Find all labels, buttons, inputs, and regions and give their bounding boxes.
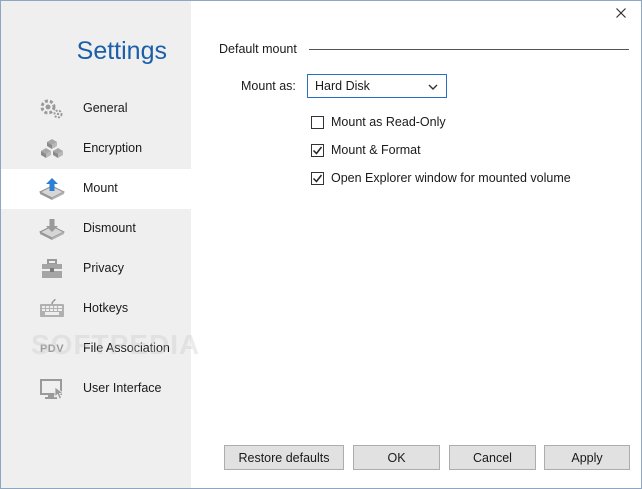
checkbox-open-explorer[interactable]: Open Explorer window for mounted volume — [311, 169, 571, 187]
checkbox-label: Mount as Read-Only — [331, 115, 446, 129]
sidebar: Settings General Encryption Mount Dismou… — [1, 1, 191, 488]
checkbox-box[interactable] — [311, 115, 324, 129]
settings-window: Settings General Encryption Mount Dismou… — [0, 0, 642, 489]
mount-as-select[interactable]: Hard Disk — [307, 74, 447, 98]
sidebar-item-label: Privacy — [83, 261, 124, 275]
sidebar-item-mount[interactable]: Mount — [1, 169, 191, 209]
toolbox-icon — [39, 258, 65, 280]
sidebar-item-label: Dismount — [83, 221, 136, 235]
page-title: Settings — [76, 37, 167, 65]
mount-as-value: Hard Disk — [315, 79, 370, 93]
sidebar-item-label: General — [83, 101, 128, 115]
sidebar-item-hotkeys[interactable]: Hotkeys — [1, 289, 191, 329]
sidebar-item-label: File Association — [83, 341, 170, 355]
sidebar-nav: General Encryption Mount Dismount Privac… — [1, 89, 191, 409]
pdv-file-icon: PDV — [39, 338, 65, 360]
sidebar-item-general[interactable]: General — [1, 89, 191, 129]
sidebar-item-privacy[interactable]: Privacy — [1, 249, 191, 289]
checkbox-box[interactable] — [311, 143, 324, 157]
sidebar-item-file-association[interactable]: PDV File Association — [1, 329, 191, 369]
mount-icon — [39, 178, 65, 200]
apply-button[interactable]: Apply — [544, 445, 630, 470]
close-icon — [616, 7, 626, 21]
checkbox-mount-read-only[interactable]: Mount as Read-Only — [311, 113, 446, 131]
sidebar-item-label: Encryption — [83, 141, 143, 155]
sidebar-item-encryption[interactable]: Encryption — [1, 129, 191, 169]
checkbox-label: Open Explorer window for mounted volume — [331, 171, 571, 185]
ok-button[interactable]: OK — [353, 445, 440, 470]
checkmark-icon — [312, 146, 323, 155]
gear-icon — [39, 98, 65, 120]
cancel-button[interactable]: Cancel — [449, 445, 536, 470]
chevron-down-icon — [427, 81, 439, 91]
checkbox-mount-and-format[interactable]: Mount & Format — [311, 141, 421, 159]
monitor-cursor-icon — [39, 378, 65, 400]
cubes-icon — [39, 138, 65, 160]
sidebar-item-label: User Interface — [83, 381, 162, 395]
checkmark-icon — [312, 174, 323, 183]
group-title-default-mount: Default mount — [219, 42, 297, 56]
pdv-file-icon-text: PDV — [39, 343, 65, 355]
sidebar-item-dismount[interactable]: Dismount — [1, 209, 191, 249]
sidebar-item-user-interface[interactable]: User Interface — [1, 369, 191, 409]
close-button[interactable] — [611, 5, 631, 23]
sidebar-item-label: Mount — [83, 181, 118, 195]
restore-defaults-button[interactable]: Restore defaults — [224, 445, 344, 470]
dismount-icon — [39, 218, 65, 240]
keyboard-icon — [39, 298, 65, 320]
checkbox-label: Mount & Format — [331, 143, 421, 157]
sidebar-item-label: Hotkeys — [83, 301, 129, 315]
mount-as-label: Mount as: — [241, 79, 296, 93]
checkbox-box[interactable] — [311, 171, 324, 185]
group-divider — [309, 49, 629, 50]
